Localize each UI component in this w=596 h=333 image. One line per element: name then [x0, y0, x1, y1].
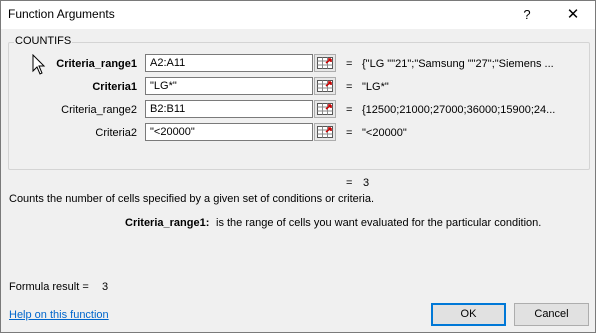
range-select-icon: [317, 126, 333, 138]
criteria-range1-collapse-button[interactable]: [314, 54, 336, 72]
criteria-range2-equals: =: [346, 104, 353, 116]
help-on-function-link[interactable]: Help on this function: [9, 309, 109, 321]
criteria2-input[interactable]: "<20000": [145, 123, 313, 141]
criteria-range1-equals: =: [346, 58, 353, 70]
function-name: COUNTIFS: [14, 35, 73, 47]
close-button[interactable]: ✕: [561, 4, 585, 26]
criteria2-equals: =: [346, 127, 353, 139]
criteria-range1-input[interactable]: A2:A11: [145, 54, 313, 72]
mouse-cursor-icon: [32, 54, 46, 75]
criteria-range2-result: {12500;21000;27000;36000;15900;24...: [362, 104, 556, 116]
range-select-icon: [317, 80, 333, 92]
criteria1-input[interactable]: "LG*": [145, 77, 313, 95]
ok-button[interactable]: OK: [431, 303, 506, 326]
function-description: Counts the number of cells specified by …: [9, 193, 375, 205]
title-bar: Function Arguments ? ✕: [1, 1, 595, 29]
formula-result-label: Formula result =: [9, 281, 89, 293]
criteria1-collapse-button[interactable]: [314, 77, 336, 95]
criteria1-equals: =: [346, 81, 353, 93]
function-result-value: 3: [363, 177, 370, 189]
argument-description-text: is the range of cells you want evaluated…: [216, 217, 542, 229]
function-result-equals: =: [346, 177, 353, 189]
criteria-range2-collapse-button[interactable]: [314, 100, 336, 118]
criteria-range1-result: {"LG ""21";"Samsung ""27";"Siemens ...: [362, 58, 554, 70]
argument-description-label: Criteria_range1:: [125, 217, 210, 229]
cancel-button[interactable]: Cancel: [514, 303, 589, 326]
formula-result-value: 3: [102, 281, 109, 293]
criteria1-label: Criteria1: [92, 81, 137, 93]
criteria2-result: "<20000": [362, 127, 407, 139]
criteria2-collapse-button[interactable]: [314, 123, 336, 141]
range-select-icon: [317, 57, 333, 69]
criteria-range2-label: Criteria_range2: [61, 104, 137, 116]
criteria2-label: Criteria2: [95, 127, 137, 139]
dialog-title: Function Arguments: [8, 7, 115, 21]
criteria-range2-input[interactable]: B2:B11: [145, 100, 313, 118]
range-select-icon: [317, 103, 333, 115]
function-arguments-dialog: Function Arguments ? ✕ COUNTIFS Criteria…: [0, 0, 596, 333]
help-button[interactable]: ?: [516, 4, 538, 26]
criteria-range1-label: Criteria_range1: [56, 58, 137, 70]
criteria1-result: "LG*": [362, 81, 389, 93]
